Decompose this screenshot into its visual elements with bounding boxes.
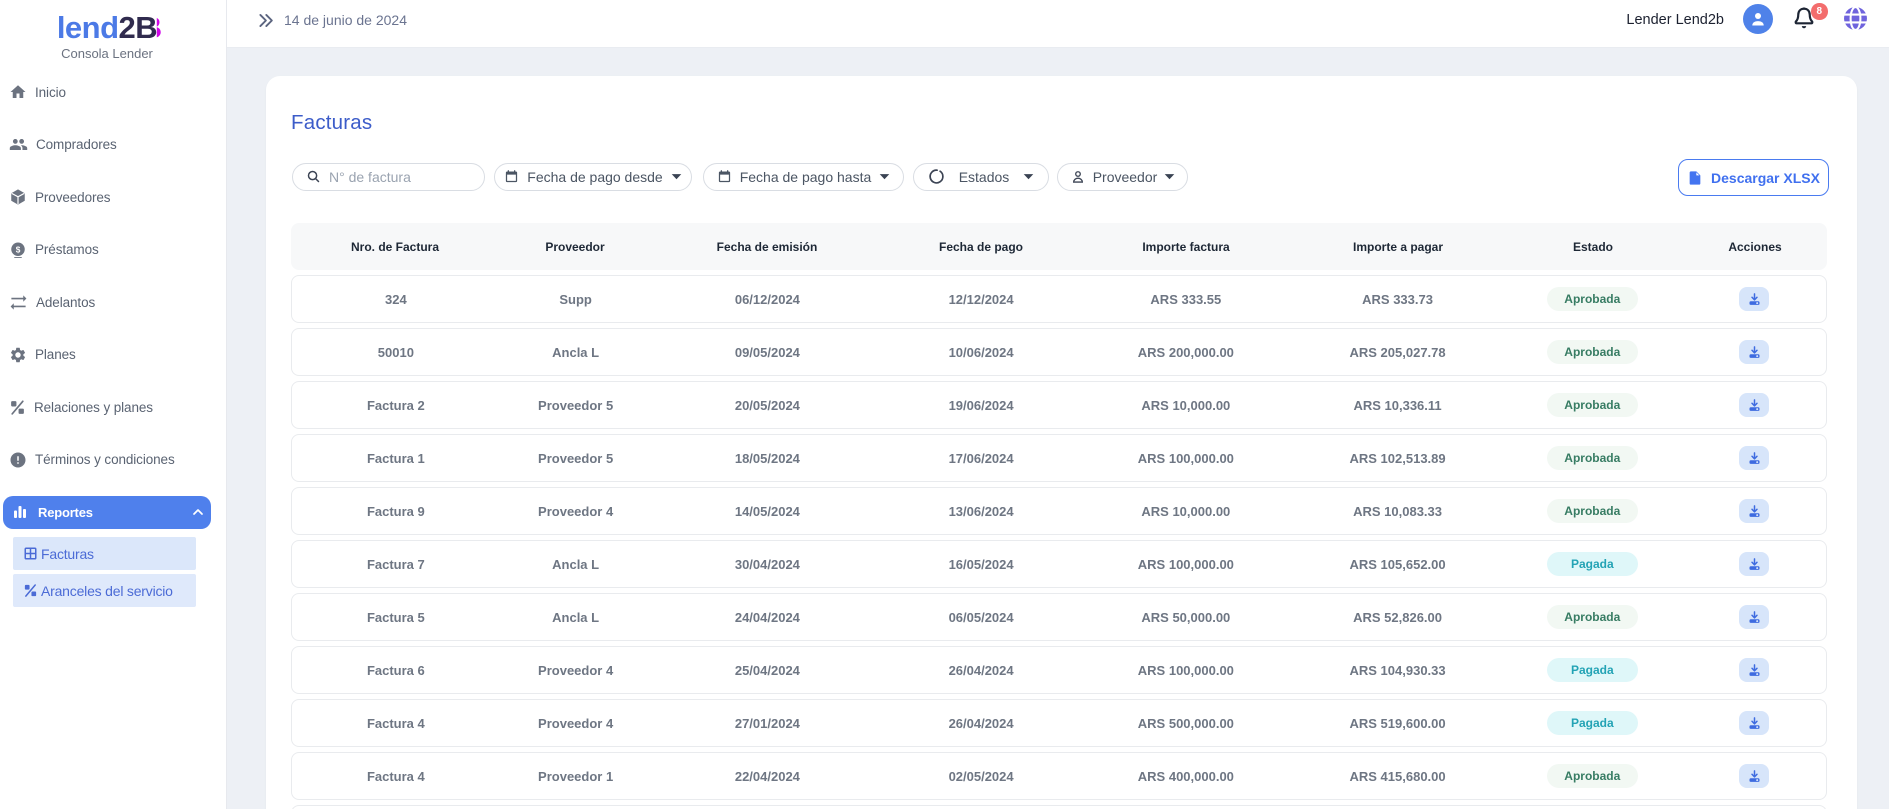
svg-text:$: $ bbox=[16, 245, 21, 254]
